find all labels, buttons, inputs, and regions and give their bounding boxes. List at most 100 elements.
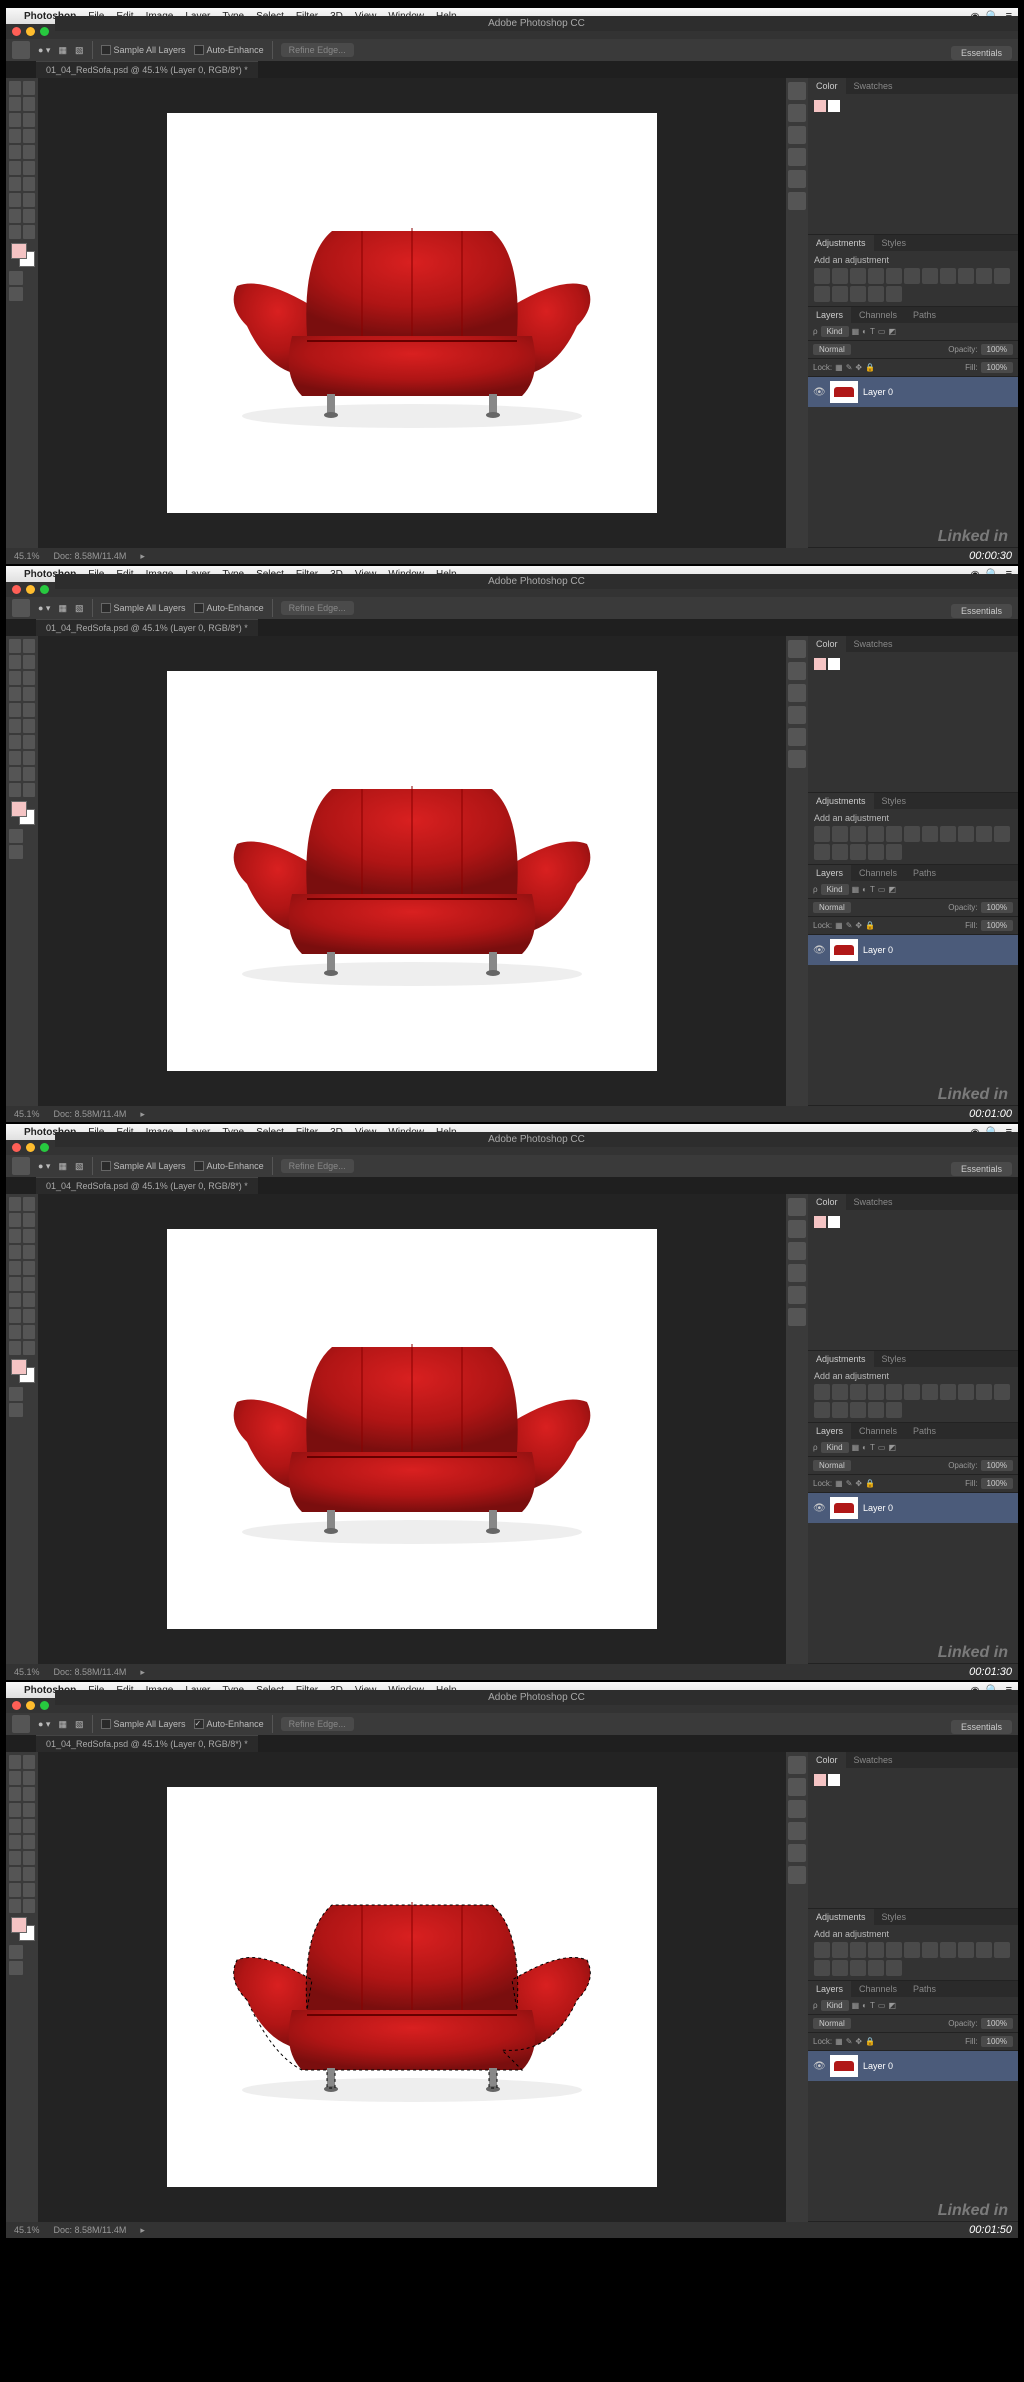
styles-tab[interactable]: Styles [874,793,915,809]
healing-tool[interactable] [9,687,21,701]
fill-value[interactable]: 100% [981,920,1013,931]
layer-filter-icon[interactable]: ρ [813,327,818,336]
menu-help[interactable]: Help [436,11,457,22]
gradient-tool[interactable] [23,719,35,733]
history-brush-tool[interactable] [23,145,35,159]
filter-type-icon[interactable]: T [870,327,875,336]
paragraph-panel-icon[interactable] [788,1866,806,1884]
lock-trans-icon[interactable]: ▦ [835,363,843,372]
blur-tool[interactable] [9,1293,21,1307]
marquee-tool[interactable] [23,1197,35,1211]
lock-pos-icon[interactable]: ✥ [855,921,862,930]
fg-swatch[interactable] [814,100,826,112]
exposure-adj-icon[interactable] [868,1384,884,1400]
pen-tool[interactable] [9,1309,21,1323]
app-name[interactable]: Photoshop [24,569,76,580]
path-tool[interactable] [9,1325,21,1339]
lasso-tool[interactable] [9,1213,21,1227]
channel-mixer-adj-icon[interactable] [976,1384,992,1400]
layer-row[interactable]: 👁 Layer 0 [808,2051,1018,2081]
fg-bg-color[interactable] [11,243,35,267]
threshold-adj-icon[interactable] [850,1960,866,1976]
posterize-adj-icon[interactable] [832,286,848,302]
vibrance-adj-icon[interactable] [886,1384,902,1400]
gradmap-adj-icon[interactable] [868,844,884,860]
menu-edit[interactable]: Edit [116,569,133,580]
zoom-tool[interactable] [23,1341,35,1355]
brush-preset-icon[interactable]: ● ▾ [38,1719,50,1730]
bw-adj-icon[interactable] [940,1942,956,1958]
color-tab[interactable]: Color [808,1752,846,1768]
layer-name[interactable]: Layer 0 [863,2061,893,2071]
active-tool-icon[interactable] [12,41,30,59]
document-tab[interactable]: 01_04_RedSofa.psd @ 45.1% (Layer 0, RGB/… [36,61,258,78]
blend-mode-select[interactable]: Normal [813,1460,851,1471]
history-brush-tool[interactable] [23,703,35,717]
document-tab[interactable]: 01_04_RedSofa.psd @ 45.1% (Layer 0, RGB/… [36,1177,258,1194]
exposure-adj-icon[interactable] [868,826,884,842]
curves-adj-icon[interactable] [850,268,866,284]
filter-type-icon[interactable]: T [870,885,875,894]
window-traffic-lights[interactable] [6,1698,55,1713]
brightness-adj-icon[interactable] [814,268,830,284]
search-icon[interactable]: 🔍 [986,10,1000,23]
menu-image[interactable]: Image [146,1685,174,1696]
history-panel-icon[interactable] [788,640,806,658]
channels-tab[interactable]: Channels [851,1423,905,1439]
canvas-area[interactable] [38,1752,786,2222]
lasso-tool[interactable] [9,655,21,669]
menu-select[interactable]: Select [256,1685,284,1696]
layer-thumbnail[interactable] [830,2055,858,2077]
eraser-tool[interactable] [9,161,21,175]
history-panel-icon[interactable] [788,1756,806,1774]
layers-tab[interactable]: Layers [808,307,851,323]
auto-enhance-checkbox[interactable]: Auto-Enhance [194,45,264,56]
path-tool[interactable] [9,209,21,223]
bw-adj-icon[interactable] [940,826,956,842]
gradmap-adj-icon[interactable] [868,286,884,302]
lasso-tool[interactable] [9,1771,21,1785]
threshold-adj-icon[interactable] [850,286,866,302]
type-tool[interactable] [23,193,35,207]
filter-pixel-icon[interactable]: ▦ [852,1443,860,1452]
menu-3d[interactable]: 3D [330,1685,343,1696]
menu-view[interactable]: View [355,1127,377,1138]
close-window-icon[interactable] [12,27,21,36]
active-tool-icon[interactable] [12,1715,30,1733]
actions-panel-icon[interactable] [788,1220,806,1238]
colorbal-adj-icon[interactable] [922,1384,938,1400]
app-name[interactable]: Photoshop [24,11,76,22]
blur-tool[interactable] [9,735,21,749]
actions-panel-icon[interactable] [788,662,806,680]
menu-layer[interactable]: Layer [185,1127,210,1138]
move-tool[interactable] [9,1197,21,1211]
document-canvas[interactable] [167,1229,657,1629]
menu-filter[interactable]: Filter [296,569,318,580]
selective-color-adj-icon[interactable] [886,1960,902,1976]
zoom-window-icon[interactable] [40,585,49,594]
doc-size[interactable]: Doc: 8.58M/11.4M [54,551,127,561]
layer-row[interactable]: 👁 Layer 0 [808,377,1018,407]
brightness-adj-icon[interactable] [814,1942,830,1958]
fill-value[interactable]: 100% [981,1478,1013,1489]
swatches-tab[interactable]: Swatches [846,1194,901,1210]
sync-icon[interactable]: ◉ [970,1126,980,1139]
zoom-tool[interactable] [23,783,35,797]
lock-all-icon[interactable]: 🔒 [865,363,875,372]
screenmode-tool[interactable] [9,845,23,859]
menu-edit[interactable]: Edit [116,1127,133,1138]
move-tool[interactable] [9,1755,21,1769]
zoom-window-icon[interactable] [40,27,49,36]
curves-adj-icon[interactable] [850,1384,866,1400]
character-panel-icon[interactable] [788,728,806,746]
gradient-tool[interactable] [23,1277,35,1291]
curves-adj-icon[interactable] [850,1942,866,1958]
doc-size[interactable]: Doc: 8.58M/11.4M [54,1667,127,1677]
screenmode-tool[interactable] [9,287,23,301]
canvas-area[interactable] [38,1194,786,1664]
menu-window[interactable]: Window [388,569,424,580]
fill-value[interactable]: 100% [981,2036,1013,2047]
history-panel-icon[interactable] [788,82,806,100]
menu-help[interactable]: Help [436,1127,457,1138]
swatches-tab[interactable]: Swatches [846,78,901,94]
